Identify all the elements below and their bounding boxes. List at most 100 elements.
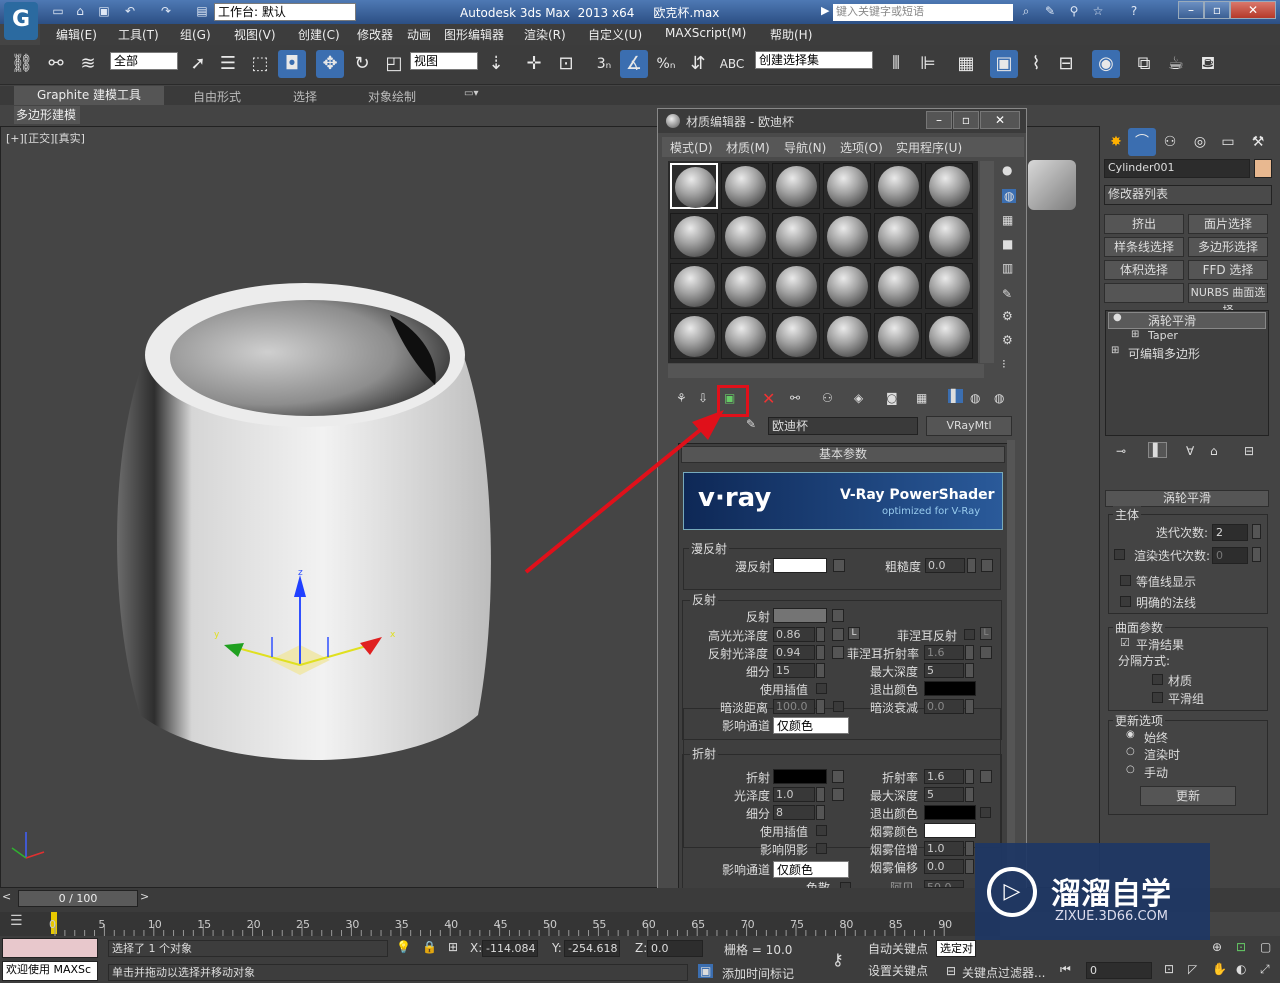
sample-slot[interactable] xyxy=(670,163,718,209)
redo-icon[interactable]: ↷ xyxy=(156,2,176,20)
fog-bias-spinner[interactable] xyxy=(965,859,974,874)
save-icon[interactable]: ▣ xyxy=(94,2,114,20)
me-menu-navigation[interactable]: 导航(N) xyxy=(784,139,826,156)
menu-help[interactable]: 帮助(H) xyxy=(770,26,812,43)
refl-gloss-map-button[interactable] xyxy=(832,646,844,659)
sample-slot[interactable] xyxy=(925,163,973,209)
ior-spinner[interactable] xyxy=(965,769,974,784)
hilight-gloss-map-button[interactable] xyxy=(832,628,844,641)
sample-slot[interactable] xyxy=(772,163,820,209)
me-menu-mode[interactable]: 模式(D) xyxy=(670,139,713,156)
sample-slot[interactable] xyxy=(925,263,973,309)
diffuse-color-swatch[interactable] xyxy=(773,558,827,573)
sample-slot[interactable] xyxy=(823,213,871,259)
make-unique-me-icon[interactable]: ⚇ xyxy=(822,391,833,405)
menu-tools[interactable]: 工具(T) xyxy=(118,26,159,43)
new-icon[interactable]: ▭ xyxy=(48,2,68,20)
favorites-icon[interactable]: ☆ xyxy=(1088,2,1108,20)
hilight-gloss-field[interactable]: 0.86 xyxy=(773,627,815,642)
empty-modifier-button[interactable] xyxy=(1104,283,1184,303)
refr-max-depth-field[interactable]: 5 xyxy=(924,787,964,802)
fog-mult-spinner[interactable] xyxy=(965,841,974,856)
undo-icon[interactable]: ↶ xyxy=(120,2,140,20)
show-end-result-me-icon[interactable]: ▌ xyxy=(948,389,964,403)
menu-edit[interactable]: 编辑(E) xyxy=(56,26,97,43)
rotate-icon[interactable]: ↻ xyxy=(348,50,376,78)
affect-shadows-checkbox[interactable] xyxy=(816,843,827,854)
modify-tab-icon[interactable]: ⌒ xyxy=(1128,128,1156,156)
refract-map-button[interactable] xyxy=(832,770,844,783)
maximize-toggle-icon[interactable]: ⤢ xyxy=(1260,962,1270,977)
hierarchy-tab-icon[interactable]: ⚇ xyxy=(1156,128,1184,156)
close-button[interactable]: ✕ xyxy=(1230,1,1276,19)
refr-exit-color-checkbox[interactable] xyxy=(980,807,991,818)
viewcube-icon[interactable] xyxy=(1028,160,1076,210)
options-icon[interactable]: ⚙ xyxy=(1002,309,1013,323)
roughness-field[interactable]: 0.0 xyxy=(925,558,965,573)
configure-sets-icon[interactable]: ⊟ xyxy=(1244,444,1254,458)
sample-slot[interactable] xyxy=(874,213,922,259)
reflect-map-button[interactable] xyxy=(832,609,844,622)
background-icon[interactable]: ▦ xyxy=(1002,213,1013,227)
fog-bias-field[interactable]: 0.0 xyxy=(924,859,964,874)
ior-field[interactable]: 1.6 xyxy=(924,769,964,784)
dim-dist-spinner[interactable] xyxy=(816,699,825,714)
refl-subdivs-spinner[interactable] xyxy=(816,663,825,678)
menu-views[interactable]: 视图(V) xyxy=(234,26,276,43)
keyboard-shortcut-icon[interactable]: ⊡ xyxy=(552,50,580,78)
create-tab-icon[interactable]: ✸ xyxy=(1102,128,1130,156)
dim-dist-field[interactable]: 100.0 xyxy=(773,699,815,714)
refl-use-interp-checkbox[interactable] xyxy=(816,683,827,694)
sample-slot[interactable] xyxy=(721,313,769,359)
sample-slot[interactable] xyxy=(721,213,769,259)
when-rendering-radio[interactable]: ○ xyxy=(1126,746,1135,757)
patch-select-button[interactable]: 面片选择 xyxy=(1188,214,1268,234)
utilities-tab-icon[interactable]: ⚒ xyxy=(1244,128,1272,156)
edit-named-selection-icon[interactable]: ABC xyxy=(718,50,746,78)
time-slider[interactable]: 0 / 100 xyxy=(18,890,138,907)
sample-slot[interactable] xyxy=(772,213,820,259)
refl-max-depth-field[interactable]: 5 xyxy=(924,663,964,678)
bind-space-warp-icon[interactable]: ≋ xyxy=(74,50,102,78)
refl-gloss-field[interactable]: 0.94 xyxy=(773,645,815,660)
snaps-icon[interactable]: 3ₙ xyxy=(590,50,618,78)
sample-slot[interactable] xyxy=(823,263,871,309)
extrude-button[interactable]: 挤出 xyxy=(1104,214,1184,234)
dim-dist-checkbox[interactable] xyxy=(833,701,844,712)
make-preview-icon[interactable]: ✎ xyxy=(1002,287,1012,301)
window-crossing-icon[interactable]: ◘ xyxy=(278,50,306,78)
refl-exit-color-swatch[interactable] xyxy=(924,681,976,696)
refr-affect-select[interactable]: 仅颜色 xyxy=(773,861,849,878)
time-tag-icon[interactable]: ▣ xyxy=(698,964,714,978)
iterations-field[interactable]: 2 xyxy=(1212,524,1248,541)
remove-modifier-icon[interactable]: ⌂ xyxy=(1210,444,1218,458)
sample-slot[interactable] xyxy=(925,213,973,259)
dim-falloff-field[interactable]: 0.0 xyxy=(924,699,964,714)
dim-falloff-spinner[interactable] xyxy=(965,699,974,714)
zoom-icon[interactable]: ⊕ xyxy=(1212,940,1222,954)
search-arrow-icon[interactable]: ▶ xyxy=(821,4,829,17)
abbe-field[interactable]: 50.0 xyxy=(924,880,964,888)
selection-filter-select[interactable]: 全部 xyxy=(110,52,178,70)
motion-tab-icon[interactable]: ◎ xyxy=(1186,128,1214,156)
ribbon-options-icon[interactable]: ▭▾ xyxy=(464,88,478,99)
schematic-view-icon[interactable]: ⊟ xyxy=(1052,50,1080,78)
refr-subdivs-field[interactable]: 8 xyxy=(773,805,815,820)
scene-explorer-icon[interactable]: ▣ xyxy=(990,50,1018,78)
turbosmooth-rollout-header[interactable]: 涡轮平滑 xyxy=(1105,490,1269,507)
select-by-name-icon[interactable]: ☰ xyxy=(214,50,242,78)
fresnel-checkbox[interactable] xyxy=(964,629,975,640)
menu-graph-editors[interactable]: 图形编辑器 xyxy=(444,26,504,43)
tools-icon[interactable]: ✎ xyxy=(1040,2,1060,20)
menu-customize[interactable]: 自定义(U) xyxy=(588,26,642,43)
params-scrollbar[interactable] xyxy=(1007,440,1015,890)
isoline-checkbox[interactable] xyxy=(1120,575,1131,586)
copy-material-icon[interactable]: ⚯ xyxy=(790,391,800,405)
roughness-spinner[interactable] xyxy=(967,558,976,573)
me-menu-utilities[interactable]: 实用程序(U) xyxy=(896,139,962,156)
show-map-icon[interactable]: ▦ xyxy=(916,391,927,405)
refl-subdivs-field[interactable]: 15 xyxy=(773,663,815,678)
roughness-map-button[interactable] xyxy=(981,559,993,572)
next-frame-button[interactable]: > xyxy=(140,890,154,908)
mirror-icon[interactable]: ⫴ xyxy=(882,50,910,78)
